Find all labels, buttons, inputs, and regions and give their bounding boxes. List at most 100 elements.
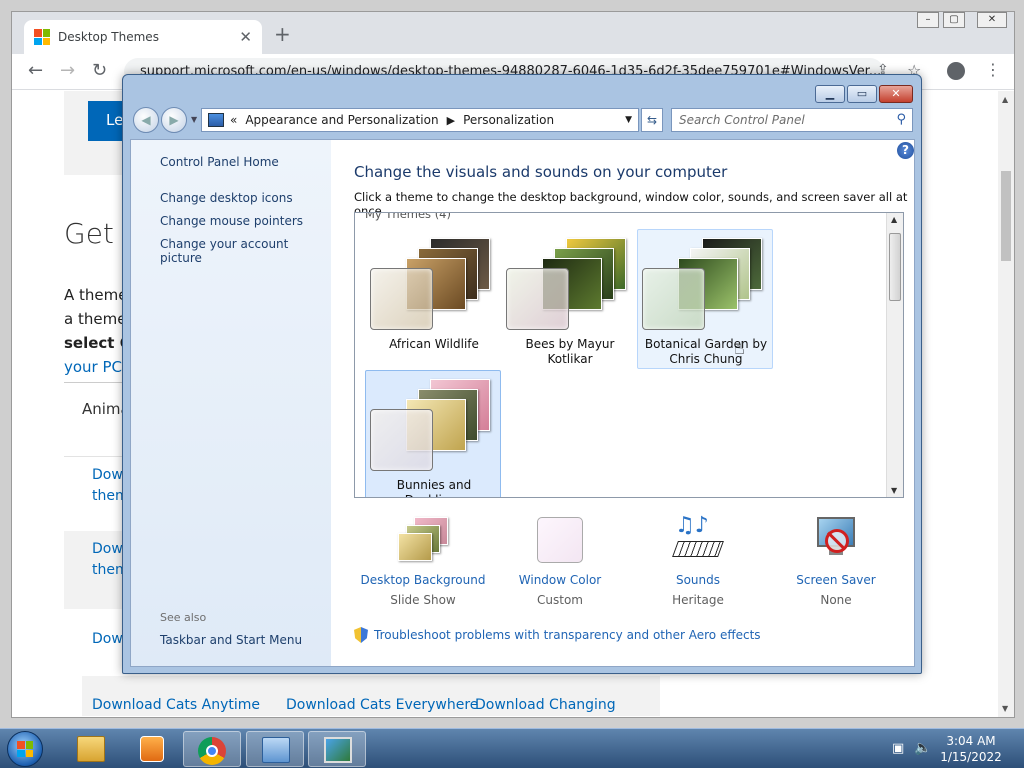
personalization-window: ▁ ▭ ✕ ◀ ▶ ▼ « Appearance and Personaliza… <box>122 74 922 674</box>
scroll-down-arrow-icon[interactable]: ▼ <box>891 486 897 495</box>
back-icon[interactable]: ◀ <box>133 107 159 133</box>
setting-screen-saver[interactable]: Screen Saver None <box>767 515 905 607</box>
taskbar-media-player[interactable] <box>122 731 180 767</box>
volume-icon[interactable]: 🔈 <box>914 740 931 756</box>
setting-name[interactable]: Screen Saver <box>767 573 905 587</box>
browser-tab[interactable]: Desktop Themes ✕ <box>24 20 262 54</box>
main-pane: ? Change the visuals and sounds on your … <box>331 140 914 666</box>
theme-group-label: My Themes (4) <box>365 212 451 221</box>
new-tab-icon[interactable]: + <box>274 22 291 46</box>
taskbar-personalization[interactable] <box>308 731 366 767</box>
start-button[interactable] <box>7 731 43 767</box>
breadcrumb-appearance[interactable]: Appearance and Personalization <box>245 113 438 127</box>
theme-name: Botanical Garden by Chris Chung <box>644 337 768 366</box>
setting-name[interactable]: Desktop Background <box>354 573 492 587</box>
sidebar-item-account-picture[interactable]: Change your account picture <box>160 237 331 265</box>
personalization-icon <box>324 737 352 763</box>
download-item[interactable]: Dow them <box>64 456 130 507</box>
theme-bees[interactable]: Bees by Mayur Kotlikar <box>501 229 637 369</box>
forward-icon[interactable]: → <box>60 60 75 81</box>
profile-icon[interactable] <box>947 62 965 80</box>
breadcrumb[interactable]: « Appearance and Personalization ▶ Perso… <box>201 108 639 132</box>
taskbar-chrome[interactable] <box>183 731 241 767</box>
theme-list-scrollbar[interactable]: ▲ ▼ <box>886 213 903 497</box>
recent-pages-dropdown-icon[interactable]: ▼ <box>191 115 197 124</box>
forward-icon[interactable]: ▶ <box>161 107 187 133</box>
theme-bunnies-ducklings[interactable]: Bunnies and Ducklings <box>365 370 501 497</box>
breadcrumb-personalization[interactable]: Personalization <box>463 113 554 127</box>
troubleshoot-text[interactable]: Troubleshoot problems with transparency … <box>374 628 761 642</box>
download-cats-everywhere-link[interactable]: Download Cats Everywhere <box>286 697 478 713</box>
close-tab-icon[interactable]: ✕ <box>239 28 252 46</box>
network-icon[interactable]: ▣ <box>892 741 904 756</box>
help-icon[interactable]: ? <box>897 142 914 159</box>
cp-minimize-button[interactable]: ▁ <box>815 85 845 103</box>
sidebar-item-taskbar[interactable]: Taskbar and Start Menu <box>160 633 302 647</box>
taskbar-control-panel[interactable] <box>246 731 304 767</box>
window-titlebar[interactable]: ▁ ▭ ✕ <box>123 75 921 105</box>
screen-saver-icon <box>809 515 863 565</box>
window-color-icon <box>533 515 587 565</box>
reload-icon[interactable]: ↻ <box>92 60 107 81</box>
taskbar-explorer[interactable] <box>62 731 120 767</box>
scroll-up-arrow-icon[interactable]: ▲ <box>891 215 897 224</box>
system-tray: ▣ 🔈 3:04 AM 1/15/2022 <box>884 731 1024 767</box>
download-changing-link[interactable]: Download Changing <box>475 697 616 713</box>
theme-thumbnail <box>370 234 498 330</box>
sidebar-item-mouse-pointers[interactable]: Change mouse pointers <box>160 214 303 228</box>
download-cats-anytime-link[interactable]: Download Cats Anytime <box>92 697 260 713</box>
setting-name[interactable]: Window Color <box>491 573 629 587</box>
setting-sounds[interactable]: ♫♪ Sounds Heritage <box>629 515 767 607</box>
theme-name: African Wildlife <box>389 337 479 351</box>
taskbar: ▣ 🔈 3:04 AM 1/15/2022 <box>0 728 1024 768</box>
cp-close-button[interactable]: ✕ <box>879 85 913 103</box>
theme-settings: Desktop Background Slide Show Window Col… <box>354 515 914 615</box>
minimize-button[interactable]: – <box>917 12 939 28</box>
theme-thumbnail <box>642 234 770 330</box>
sounds-icon: ♫♪ <box>671 515 725 565</box>
media-player-icon <box>140 736 164 762</box>
page-scrollbar[interactable]: ▲ ▼ <box>998 91 1014 717</box>
scroll-thumb[interactable] <box>1001 171 1011 261</box>
download-item[interactable]: Dow them <box>64 531 130 609</box>
search-placeholder: Search Control Panel <box>679 113 805 127</box>
theme-list[interactable]: My Themes (4) African Wildlife Bees by M… <box>354 212 904 498</box>
folder-icon <box>77 736 105 762</box>
setting-value: Heritage <box>672 593 724 607</box>
see-also-label: See also <box>160 611 207 624</box>
scroll-up-arrow-icon[interactable]: ▲ <box>1002 95 1008 104</box>
sidebar-item-desktop-icons[interactable]: Change desktop icons <box>160 191 293 205</box>
maximize-button[interactable]: ▢ <box>943 12 965 28</box>
breadcrumb-arrow-icon[interactable]: ▶ <box>447 114 455 127</box>
microsoft-logo-icon <box>34 29 50 45</box>
setting-value: Slide Show <box>390 593 456 607</box>
download-item[interactable]: Dow <box>64 621 130 650</box>
cp-maximize-button[interactable]: ▭ <box>847 85 877 103</box>
setting-window-color[interactable]: Window Color Custom <box>491 515 629 607</box>
breadcrumb-overflow[interactable]: « <box>230 113 237 127</box>
search-input[interactable]: Search Control Panel ⚲ <box>671 108 913 132</box>
theme-botanical-garden[interactable]: Botanical Garden by Chris Chung ☝ <box>637 229 773 369</box>
setting-desktop-background[interactable]: Desktop Background Slide Show <box>354 515 492 607</box>
refresh-icon[interactable]: ⇆ <box>641 108 663 132</box>
scroll-thumb[interactable] <box>889 233 901 301</box>
page-link-line[interactable]: your PC <box>64 358 122 376</box>
windows-logo-icon <box>17 741 33 757</box>
sidebar-item-home[interactable]: Control Panel Home <box>160 155 279 169</box>
theme-african-wildlife[interactable]: African Wildlife <box>365 229 501 369</box>
control-panel-icon <box>208 113 224 127</box>
desktop-background-icon <box>396 515 450 565</box>
clock-date[interactable]: 1/15/2022 <box>938 750 1004 764</box>
theme-name: Bunnies and Ducklings <box>396 478 472 497</box>
divider <box>64 382 130 383</box>
clock-time[interactable]: 3:04 AM <box>942 734 1000 748</box>
control-panel-icon <box>262 737 290 763</box>
menu-kebab-icon[interactable]: ⋮ <box>985 60 1001 79</box>
setting-name[interactable]: Sounds <box>629 573 767 587</box>
search-icon[interactable]: ⚲ <box>896 112 906 127</box>
troubleshoot-link[interactable]: Troubleshoot problems with transparency … <box>354 627 761 643</box>
address-dropdown-icon[interactable]: ▼ <box>625 115 632 125</box>
scroll-down-arrow-icon[interactable]: ▼ <box>1002 704 1008 713</box>
back-icon[interactable]: ← <box>28 60 43 81</box>
close-window-button[interactable]: ✕ <box>977 12 1007 28</box>
